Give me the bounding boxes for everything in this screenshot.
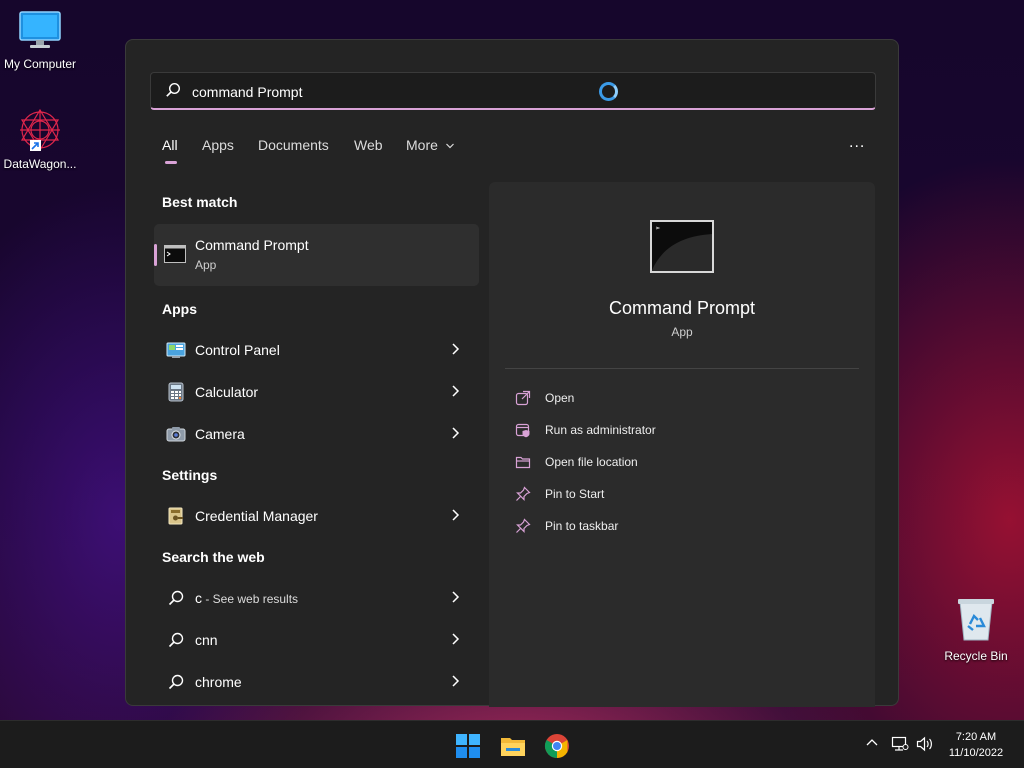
app-item-calculator[interactable]: Calculator: [154, 374, 479, 410]
web-result-c[interactable]: c - See web results: [154, 580, 479, 616]
apps-heading: Apps: [162, 301, 197, 317]
folder-icon: [515, 456, 531, 469]
camera-icon: [166, 427, 186, 442]
preview-divider: [505, 368, 859, 369]
chevron-right-icon: [452, 343, 460, 355]
run-as-admin-icon: [515, 423, 530, 438]
selection-indicator: [154, 244, 157, 266]
tab-more-label: More: [406, 137, 438, 153]
chevron-up-icon[interactable]: [865, 736, 879, 750]
windows-start-icon[interactable]: [455, 733, 481, 759]
preview-pane: Command Prompt App Open Run as administr…: [489, 182, 875, 707]
calculator-icon: [168, 382, 184, 402]
monitor-icon: [19, 11, 61, 48]
system-clock[interactable]: 7:20 AM 11/10/2022: [940, 729, 1012, 761]
app-item-label: Calculator: [195, 384, 259, 400]
app-item-label: Control Panel: [195, 342, 280, 358]
desktop-icon-label: DataWagon...: [3, 157, 77, 171]
preview-subtitle: App: [671, 325, 693, 339]
tab-documents[interactable]: Documents: [258, 137, 329, 153]
search-panel: command Prompt All Apps Documents Web Mo…: [125, 39, 899, 707]
chevron-right-icon: [452, 509, 460, 521]
datawagon-shortcut-icon: [20, 108, 60, 152]
control-panel-icon: [166, 342, 186, 358]
desktop-icon-datawagon[interactable]: DataWagon...: [0, 106, 80, 171]
web-result-label: c - See web results: [195, 590, 298, 606]
desktop-icon-my-computer[interactable]: My Computer: [0, 10, 80, 71]
chevron-right-icon: [452, 675, 460, 687]
action-label: Pin to Start: [545, 487, 605, 501]
action-label: Open: [545, 391, 575, 405]
file-explorer-icon[interactable]: [500, 733, 526, 759]
chevron-right-icon: [452, 591, 460, 603]
search-icon: [168, 590, 184, 606]
desktop-icon-label: My Computer: [3, 57, 77, 71]
tab-apps[interactable]: Apps: [202, 137, 234, 153]
taskbar: 7:20 AM 11/10/2022: [0, 720, 1024, 768]
web-query: c: [195, 590, 202, 606]
recycle-bin-icon: [958, 599, 994, 641]
desktop-icon-label: Recycle Bin: [944, 649, 1008, 663]
settings-item-credential-manager[interactable]: Credential Manager: [154, 498, 479, 534]
pin-icon: [516, 486, 531, 501]
tab-all[interactable]: All: [162, 137, 178, 164]
search-icon: [168, 674, 184, 690]
clock-date: 11/10/2022: [948, 747, 1004, 759]
more-options-button[interactable]: ...: [849, 134, 865, 152]
clock-time: 7:20 AM: [955, 731, 997, 743]
best-match-item[interactable]: Command Prompt App: [154, 224, 479, 286]
pin-icon: [516, 518, 531, 533]
chevron-right-icon: [452, 385, 460, 397]
action-label: Pin to taskbar: [545, 519, 619, 533]
open-icon: [515, 390, 531, 406]
web-result-cnn[interactable]: cnn: [154, 622, 479, 658]
search-icon: [166, 82, 181, 97]
chevron-right-icon: [452, 633, 460, 645]
app-item-control-panel[interactable]: Control Panel: [154, 332, 479, 368]
settings-heading: Settings: [162, 467, 218, 483]
network-icon[interactable]: [891, 736, 909, 752]
best-match-title: Command Prompt: [195, 237, 309, 253]
chrome-icon[interactable]: [544, 733, 570, 759]
tab-web[interactable]: Web: [354, 137, 383, 153]
volume-icon[interactable]: [916, 736, 934, 752]
preview-title: Command Prompt: [608, 298, 756, 318]
credential-manager-icon: [168, 507, 183, 525]
app-item-camera[interactable]: Camera: [154, 416, 479, 452]
action-label: Run as administrator: [545, 423, 656, 437]
web-result-label: chrome: [195, 674, 242, 690]
web-result-hint: - See web results: [202, 592, 299, 606]
web-result-label: cnn: [195, 632, 218, 648]
settings-item-label: Credential Manager: [195, 508, 318, 524]
command-prompt-icon: [164, 245, 186, 263]
chevron-down-icon: [445, 143, 454, 149]
web-heading: Search the web: [162, 549, 265, 565]
tab-more[interactable]: More: [406, 137, 455, 153]
search-box[interactable]: command Prompt: [150, 72, 876, 110]
desktop-icon-recycle-bin[interactable]: Recycle Bin: [940, 596, 1012, 663]
loading-spinner-icon: [599, 82, 618, 101]
app-item-label: Camera: [195, 426, 245, 442]
web-result-chrome[interactable]: chrome: [154, 664, 479, 700]
command-prompt-large-icon: [650, 220, 714, 273]
action-label: Open file location: [545, 455, 638, 469]
best-match-subtitle: App: [195, 258, 217, 272]
search-icon: [168, 632, 184, 648]
best-match-heading: Best match: [162, 194, 238, 210]
chevron-right-icon: [452, 427, 460, 439]
search-input[interactable]: command Prompt: [192, 84, 302, 100]
